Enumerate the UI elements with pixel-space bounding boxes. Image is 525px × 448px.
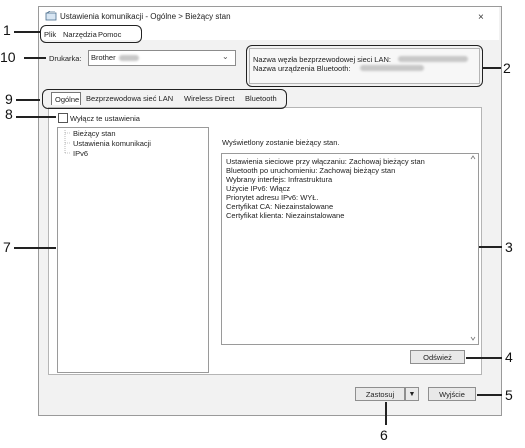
callout-number: 1 bbox=[3, 22, 11, 38]
callout-leader bbox=[14, 31, 40, 33]
callout-leader bbox=[466, 357, 502, 359]
status-scrollbar[interactable] bbox=[470, 154, 476, 342]
chevron-down-icon: ⌄ bbox=[222, 52, 229, 61]
printer-model-redacted bbox=[119, 55, 139, 61]
status-line: Priorytet adresu IPv6: WYŁ. bbox=[226, 193, 319, 202]
printer-label: Drukarka: bbox=[49, 54, 82, 63]
exit-button[interactable]: Wyjście bbox=[428, 387, 476, 401]
window-title: Ustawienia komunikacji - Ogólne > Bieżąc… bbox=[60, 12, 231, 21]
callout-leader bbox=[477, 394, 502, 396]
close-icon[interactable]: × bbox=[478, 12, 484, 23]
callout-leader bbox=[482, 67, 501, 69]
callout-number: 4 bbox=[505, 349, 513, 365]
apply-button[interactable]: Zastosuj bbox=[355, 387, 405, 401]
callout-number: 2 bbox=[503, 60, 511, 76]
callout-number: 3 bbox=[505, 239, 513, 255]
tree-lines bbox=[64, 130, 71, 154]
settings-tree bbox=[57, 127, 209, 373]
status-line: Wybrany interfejs: Infrastruktura bbox=[226, 175, 333, 184]
status-line: Bluetooth po uruchomieniu: Zachowaj bież… bbox=[226, 166, 396, 175]
callout-bracket-info bbox=[246, 45, 483, 87]
status-line: Użycie IPv6: Włącz bbox=[226, 184, 291, 193]
callout-number: 6 bbox=[380, 427, 388, 443]
apply-dropdown-button[interactable]: ▼ bbox=[405, 387, 419, 401]
callout-bracket-menubar bbox=[40, 25, 142, 43]
callout-leader bbox=[24, 57, 46, 59]
printer-value: Brother bbox=[91, 53, 116, 62]
disable-settings-label: Wyłącz te ustawienia bbox=[70, 114, 140, 123]
status-line: Ustawienia sieciowe przy włączaniu: Zach… bbox=[226, 157, 425, 166]
callout-leader bbox=[14, 247, 56, 249]
status-line: Certyfikat CA: Niezainstalowane bbox=[226, 202, 334, 211]
tree-item-communication-settings[interactable]: Ustawienia komunikacji bbox=[73, 139, 151, 148]
disable-settings-checkbox[interactable] bbox=[58, 113, 68, 123]
callout-leader bbox=[479, 246, 502, 248]
callout-number: 8 bbox=[5, 106, 13, 122]
tree-item-ipv6[interactable]: IPv6 bbox=[73, 149, 88, 158]
callout-leader bbox=[385, 402, 387, 425]
callout-number: 7 bbox=[3, 239, 11, 255]
callout-number: 9 bbox=[5, 91, 13, 107]
callout-number: 5 bbox=[505, 387, 513, 403]
callout-leader bbox=[16, 116, 56, 118]
tree-item-current-status[interactable]: Bieżący stan bbox=[73, 129, 116, 138]
app-icon bbox=[45, 11, 57, 21]
callout-bracket-tabs bbox=[42, 89, 287, 109]
callout-number: 10 bbox=[0, 49, 16, 65]
refresh-button[interactable]: Odśwież bbox=[410, 350, 465, 364]
status-heading: Wyświetlony zostanie bieżący stan. bbox=[222, 138, 340, 147]
status-line: Certyfikat klienta: Niezainstalowane bbox=[226, 211, 345, 220]
callout-leader bbox=[16, 99, 40, 101]
